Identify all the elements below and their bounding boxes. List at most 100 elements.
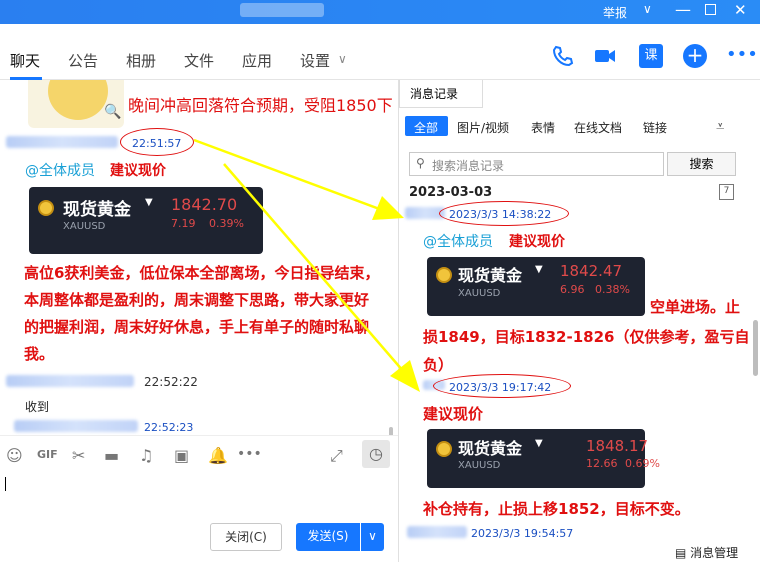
tab-settings[interactable]: 设置 [300, 50, 330, 71]
window-title [240, 2, 350, 20]
chat-messages: 🔍 晚间冲高回落符合预期，受阻1850下 22:51:57 @全体成员 建议现价… [0, 80, 398, 435]
gif-icon[interactable]: GIF [37, 448, 58, 461]
history-body-a: 空单进场。止 [650, 298, 741, 316]
quote-card[interactable]: 现货黄金 ▼ XAUUSD 1848.17 12.66 0.69% [427, 429, 660, 488]
close-icon[interactable]: ✕ [734, 1, 747, 19]
instrument-name: 现货黄金 [458, 439, 523, 458]
more-icon[interactable]: ••• [237, 446, 262, 462]
tab-bar: 聊天 公告 相册 文件 应用 设置 ∨ 课 + ••• [0, 24, 760, 80]
more-icon[interactable]: ••• [726, 44, 758, 68]
change-pct: 0.69% [625, 457, 660, 470]
emoji-icon[interactable]: ☺ [6, 446, 23, 465]
change: 6.96 [560, 283, 585, 296]
filter-icon[interactable]: ⩡ [716, 117, 724, 135]
class-icon[interactable]: 课 [639, 44, 663, 68]
input-toolbar: ☺ GIF ✂ ▬ ♫ ▣ 🔔 ••• ⤢ ◷ [0, 435, 398, 473]
change: 12.66 [586, 457, 618, 470]
music-icon[interactable]: ♫ [139, 446, 153, 465]
message-body: 收到 [25, 400, 50, 414]
message-body: 高位6获利美金，低位保本全部离场，今日指导结束，本周整体都是盈利的，周末调整下思… [24, 264, 380, 363]
video-call-icon[interactable] [593, 44, 617, 68]
manage-icon: ▤ [675, 546, 691, 560]
tab-apps[interactable]: 应用 [242, 50, 272, 71]
scissors-icon[interactable]: ✂ [72, 446, 85, 465]
blurred-sender [14, 420, 138, 432]
search-icon: ⚲ [416, 156, 425, 170]
blurred-title [240, 2, 324, 17]
caret-down-icon: ▼ [145, 197, 153, 208]
maximize-icon[interactable] [705, 4, 716, 15]
caret-down-icon: ▼ [535, 438, 543, 449]
scrollbar[interactable] [753, 320, 758, 376]
highlight-ellipse [120, 128, 194, 156]
history-time: 2023/3/3 19:54:57 [471, 527, 574, 540]
instrument-code: XAUUSD [458, 288, 501, 299]
tab-announcement[interactable]: 公告 [68, 50, 98, 71]
price: 1842.70 [171, 195, 238, 214]
price: 1848.17 [586, 437, 649, 455]
calendar-icon[interactable]: 7 [719, 184, 734, 200]
filter-stickers[interactable]: 表情 [531, 119, 555, 136]
blurred-sender [6, 375, 134, 387]
mention-all[interactable]: @全体成员 [25, 160, 95, 180]
history-date: 2023-03-03 [409, 185, 493, 200]
history-panel: 消息记录 全部 图片/视频 表情 在线文档 链接 ⩡ ⚲ 搜索消息记录 搜索 2… [398, 80, 760, 562]
history-tab[interactable]: 消息记录 [399, 80, 483, 108]
caret-down-icon: ▼ [535, 264, 543, 275]
chevron-down-icon[interactable]: ∨ [643, 2, 652, 16]
change-pct: 0.39% [209, 217, 244, 230]
zoom-icon[interactable]: 🔍 [104, 104, 121, 120]
image-icon[interactable]: ▣ [174, 446, 189, 465]
sticker-image[interactable]: 🔍 [28, 80, 124, 128]
quote-card[interactable]: 现货黄金 ▼ XAUUSD 1842.70 7.19 0.39% [29, 187, 263, 254]
search-placeholder: 搜索消息记录 [432, 159, 505, 173]
suggest-price-title: 建议现价 [110, 163, 166, 179]
quote-card[interactable]: 现货黄金 ▼ XAUUSD 1842.47 6.96 0.38% [427, 257, 645, 316]
add-icon[interactable]: + [683, 44, 707, 68]
send-button[interactable]: 发送(S) [296, 523, 360, 551]
phone-icon[interactable] [551, 44, 575, 68]
gold-coin-icon [436, 441, 452, 457]
tab-album[interactable]: 相册 [126, 50, 156, 71]
instrument-name: 现货黄金 [63, 200, 131, 220]
instrument-code: XAUUSD [458, 460, 501, 471]
minimize-icon[interactable]: — [675, 0, 691, 19]
highlight-ellipse [439, 201, 569, 226]
change: 7.19 [171, 217, 196, 230]
instrument-name: 现货黄金 [458, 266, 523, 285]
gold-coin-icon [38, 200, 54, 216]
settings-chevron-icon[interactable]: ∨ [338, 52, 347, 66]
change-pct: 0.38% [595, 283, 630, 296]
bell-icon[interactable]: 🔔 [208, 446, 228, 465]
suggest-price-title: 建议现价 [509, 234, 565, 250]
send-options-chevron-icon[interactable]: ∨ [361, 523, 384, 551]
tab-chat[interactable]: 聊天 [10, 50, 40, 71]
close-button[interactable]: 关闭(C) [210, 523, 282, 551]
blurred-sender [6, 136, 118, 148]
scrollbar[interactable] [389, 427, 393, 435]
message-input[interactable]: 关闭(C) 发送(S) ∨ [0, 473, 398, 562]
window-titlebar: 举报 ∨ — ✕ [0, 0, 760, 24]
filter-media[interactable]: 图片/视频 [457, 119, 509, 136]
top-caption: 晚间冲高回落符合预期，受阻1850下 [128, 96, 393, 115]
tab-files[interactable]: 文件 [184, 50, 214, 71]
text-cursor [5, 477, 6, 491]
folder-icon[interactable]: ▬ [104, 446, 119, 465]
message-manage-button[interactable]: ▤ 消息管理 [675, 544, 738, 561]
filter-docs[interactable]: 在线文档 [574, 119, 622, 136]
sticker-face [48, 80, 108, 120]
history-body-b: 损1849，目标1832-1826（仅供参考，盈亏自负） [423, 328, 750, 374]
history-body: 补仓持有，止损上移1852，目标不变。 [423, 500, 690, 518]
suggest-price-title: 建议现价 [423, 405, 484, 423]
search-input[interactable]: ⚲ 搜索消息记录 [409, 152, 664, 176]
report-button[interactable]: 举报 [603, 4, 627, 21]
message-time: 22:52:23 [144, 421, 194, 434]
search-button[interactable]: 搜索 [667, 152, 736, 176]
highlight-ellipse [433, 374, 571, 398]
history-clock-icon[interactable]: ◷ [362, 440, 390, 468]
filter-links[interactable]: 链接 [643, 119, 667, 136]
expand-icon[interactable]: ⤢ [330, 446, 343, 466]
price: 1842.47 [560, 262, 623, 280]
mention-all[interactable]: @全体成员 [423, 231, 493, 251]
filter-all[interactable]: 全部 [414, 119, 438, 136]
